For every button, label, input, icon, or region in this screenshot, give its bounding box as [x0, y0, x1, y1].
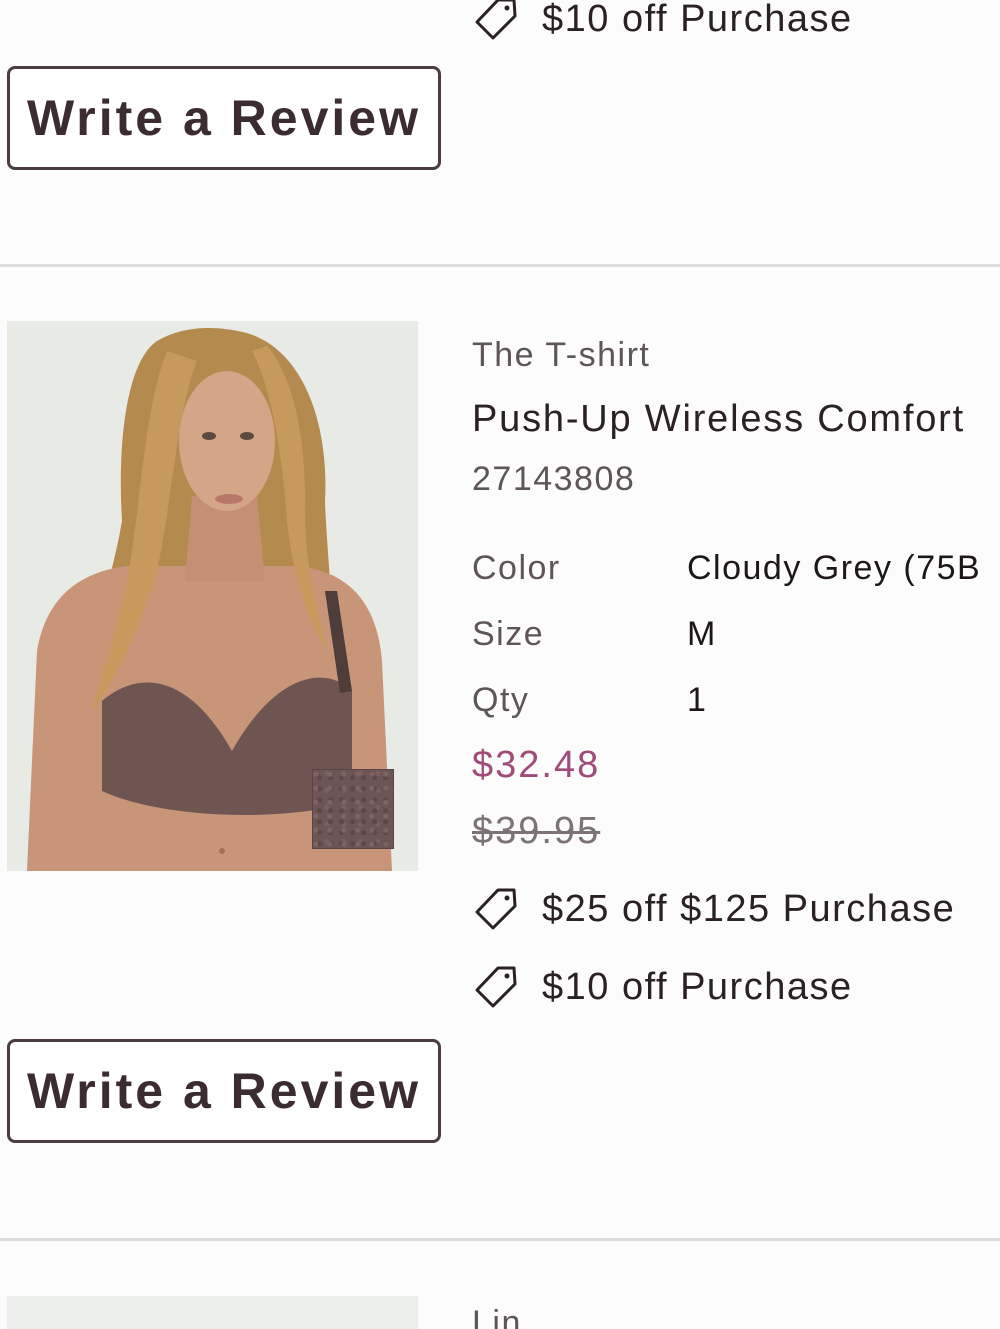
color-swatch [312, 769, 394, 849]
product-image[interactable] [7, 1296, 418, 1329]
sale-price: $32.48 [472, 744, 601, 786]
color-value: Cloudy Grey (75B [687, 549, 982, 587]
size-label: Size [472, 615, 545, 653]
product-name[interactable]: Push-Up Wireless Comfort [472, 398, 965, 441]
size-value: M [687, 615, 717, 653]
promo-text: $10 off Purchase [542, 965, 853, 1008]
order-items-list: $10 off Purchase Write a Review The T-sh… [0, 0, 1000, 1329]
product-sku: 27143808 [472, 460, 636, 498]
item-divider [0, 264, 1000, 267]
qty-value: 1 [687, 681, 708, 719]
product-collection: Lin [472, 1304, 522, 1329]
price-tag-icon [475, 888, 517, 930]
product-collection: The T-shirt [472, 336, 651, 374]
promo-text: $10 off Purchase [542, 0, 853, 40]
price-tag-icon [475, 966, 517, 1008]
promo-line: $25 off $125 Purchase [472, 884, 955, 934]
item-divider [0, 1238, 1000, 1241]
price-tag-icon [475, 0, 517, 40]
write-review-button[interactable]: Write a Review [7, 66, 441, 170]
promo-line: $10 off Purchase [472, 962, 853, 1012]
promo-line: $10 off Purchase [472, 0, 853, 44]
color-label: Color [472, 549, 561, 587]
qty-label: Qty [472, 681, 530, 719]
write-review-button[interactable]: Write a Review [7, 1039, 441, 1143]
original-price: $39.95 [472, 810, 601, 852]
promo-text: $25 off $125 Purchase [542, 887, 956, 930]
